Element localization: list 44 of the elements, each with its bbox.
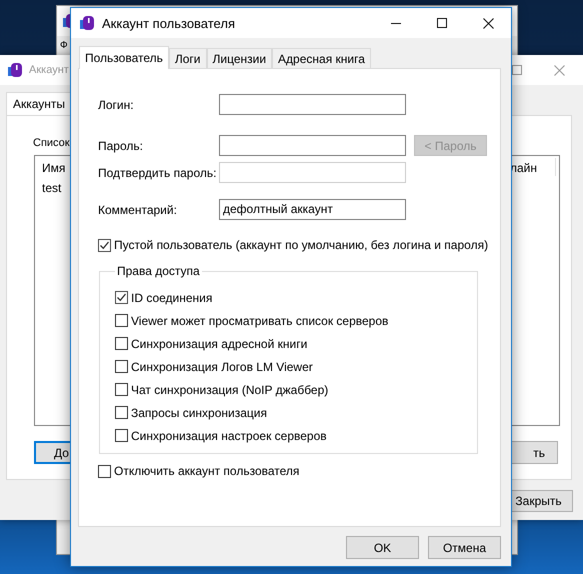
group-title: Права доступа (116, 264, 201, 278)
checkbox-label: Viewer может просматривать список серверов (131, 314, 388, 328)
window-label: Ф (60, 40, 68, 51)
app-icon (80, 15, 96, 31)
tab[interactable]: Логи (168, 48, 207, 68)
tab[interactable]: Лицензии (206, 48, 272, 68)
dialog-button[interactable]: Отмена (428, 536, 501, 559)
field-label: Логин: (98, 98, 135, 112)
maximize-icon[interactable] (437, 18, 447, 28)
checkbox[interactable] (98, 464, 111, 478)
column-header[interactable]: Имя (42, 161, 66, 175)
checkbox-label: Синхронизация настроек серверов (131, 428, 327, 442)
input-field[interactable] (219, 135, 406, 156)
dialog-button[interactable]: OK (346, 536, 419, 559)
checkbox[interactable] (115, 383, 128, 396)
checkbox-label: Чат синхронизация (NoIP джаббер) (131, 382, 328, 396)
window-title: Аккаунт (29, 64, 69, 76)
checkbox-label: Синхронизация Логов LM Viewer (131, 360, 313, 374)
input-field[interactable]: дефолтный аккаунт (219, 199, 406, 220)
checkbox-label: Синхронизация адресной книги (131, 336, 308, 350)
checkbox[interactable] (115, 429, 128, 442)
checkbox[interactable] (115, 406, 128, 419)
close-icon[interactable] (483, 18, 494, 28)
checkbox[interactable] (115, 337, 128, 350)
checkbox[interactable] (115, 314, 128, 327)
app-icon (8, 62, 24, 78)
window-title: Аккаунт пользователя (102, 16, 235, 30)
checkbox-label: ID соединения (131, 290, 212, 304)
tab[interactable]: Пользователь (79, 46, 169, 69)
minimize-icon[interactable] (391, 22, 401, 24)
checkbox-label: Пустой пользователь (аккаунт по умолчанию, без логина и пароля) (114, 238, 488, 252)
field-label: Подтвердить пароль: (98, 166, 218, 180)
list-item[interactable]: test (42, 181, 62, 195)
tab[interactable]: Адресная книга (272, 48, 371, 68)
checkbox[interactable] (98, 238, 111, 252)
checkbox[interactable] (115, 291, 128, 304)
checkbox[interactable] (115, 360, 128, 373)
input-field[interactable] (219, 94, 406, 115)
checkbox-label: Запросы синхронизация (131, 406, 267, 420)
checkbox-label: Отключить аккаунт пользователя (114, 464, 300, 478)
field-label: Комментарий: (98, 202, 178, 216)
list-label: Список (33, 137, 70, 149)
tab[interactable]: Аккаунты (6, 92, 72, 116)
field-label: Пароль: (98, 138, 144, 152)
